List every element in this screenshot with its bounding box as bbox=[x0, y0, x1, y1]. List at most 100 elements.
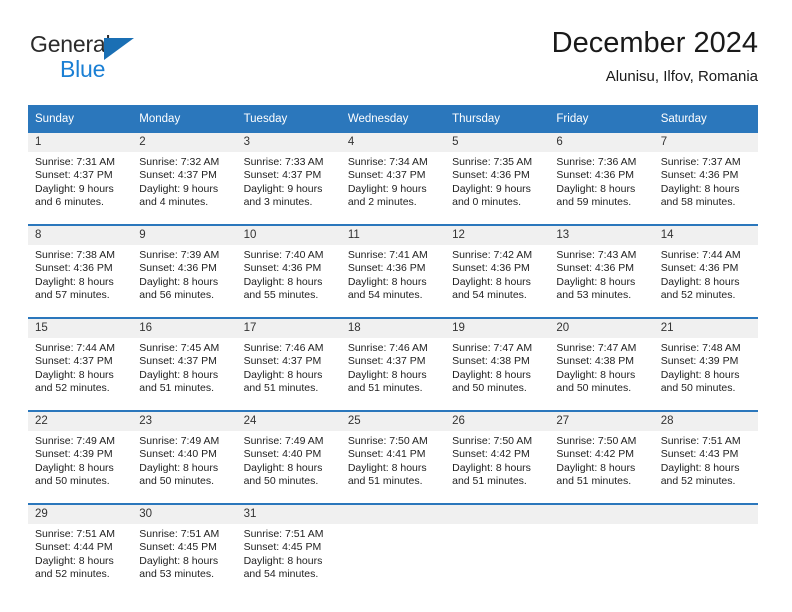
page-title: December 2024 bbox=[551, 27, 758, 59]
day-cell[interactable]: 10 Sunrise: 7:40 AM Sunset: 4:36 PM Dayl… bbox=[236, 224, 341, 318]
day-number: 9 bbox=[132, 226, 237, 245]
day-cell-empty bbox=[340, 503, 446, 596]
sunset-text: Sunset: 4:36 PM bbox=[556, 262, 635, 275]
day-cell[interactable]: 18 Sunrise: 7:46 AM Sunset: 4:37 PM Dayl… bbox=[340, 317, 446, 411]
day-details: Sunrise: 7:41 AM Sunset: 4:36 PM Dayligh… bbox=[341, 245, 445, 317]
day-number bbox=[549, 505, 654, 524]
day-number: 13 bbox=[549, 226, 654, 245]
sunset-text: Sunset: 4:36 PM bbox=[452, 169, 530, 182]
day-cell[interactable]: 8 Sunrise: 7:38 AM Sunset: 4:36 PM Dayli… bbox=[28, 224, 133, 318]
calendar-week-row: 1 Sunrise: 7:31 AM Sunset: 4:37 PM Dayli… bbox=[28, 133, 758, 225]
sunrise-text: Sunrise: 7:31 AM bbox=[35, 156, 115, 168]
day-cell[interactable]: 6 Sunrise: 7:36 AM Sunset: 4:36 PM Dayli… bbox=[549, 133, 654, 225]
day-number: 20 bbox=[549, 319, 654, 338]
day-cell[interactable]: 12 Sunrise: 7:42 AM Sunset: 4:36 PM Dayl… bbox=[445, 224, 550, 318]
sunset-text: Sunset: 4:40 PM bbox=[243, 448, 322, 461]
sunset-text: Sunset: 4:36 PM bbox=[139, 262, 217, 275]
daylight-text: Daylight: 8 hours and 54 minutes. bbox=[243, 554, 323, 580]
sunset-text: Sunset: 4:37 PM bbox=[347, 169, 426, 182]
daylight-text: Daylight: 8 hours and 52 minutes. bbox=[660, 275, 740, 301]
daylight-text: Daylight: 9 hours and 6 minutes. bbox=[35, 182, 114, 208]
day-cell[interactable]: 13 Sunrise: 7:43 AM Sunset: 4:36 PM Dayl… bbox=[549, 224, 654, 318]
sunset-text: Sunset: 4:41 PM bbox=[347, 448, 426, 461]
day-cell[interactable]: 26 Sunrise: 7:50 AM Sunset: 4:42 PM Dayl… bbox=[445, 410, 550, 504]
daylight-text: Daylight: 8 hours and 52 minutes. bbox=[35, 368, 114, 394]
sunset-text: Sunset: 4:37 PM bbox=[243, 355, 322, 368]
day-cell[interactable]: 20 Sunrise: 7:47 AM Sunset: 4:38 PM Dayl… bbox=[549, 317, 654, 411]
day-number: 30 bbox=[132, 505, 237, 524]
day-number: 10 bbox=[236, 226, 341, 245]
day-cell[interactable]: 27 Sunrise: 7:50 AM Sunset: 4:42 PM Dayl… bbox=[549, 410, 654, 504]
sunrise-text: Sunrise: 7:32 AM bbox=[139, 156, 220, 168]
day-cell[interactable]: 17 Sunrise: 7:46 AM Sunset: 4:37 PM Dayl… bbox=[236, 317, 341, 411]
day-cell[interactable]: 7 Sunrise: 7:37 AM Sunset: 4:36 PM Dayli… bbox=[653, 133, 758, 225]
location-subtitle: Alunisu, Ilfov, Romania bbox=[605, 68, 758, 85]
day-number: 8 bbox=[28, 226, 133, 245]
daylight-text: Daylight: 9 hours and 4 minutes. bbox=[139, 182, 219, 208]
day-cell[interactable]: 14 Sunrise: 7:44 AM Sunset: 4:36 PM Dayl… bbox=[653, 224, 758, 318]
day-cell[interactable]: 1 Sunrise: 7:31 AM Sunset: 4:37 PM Dayli… bbox=[28, 133, 133, 225]
day-cell[interactable]: 19 Sunrise: 7:47 AM Sunset: 4:38 PM Dayl… bbox=[445, 317, 550, 411]
day-number bbox=[340, 505, 446, 524]
day-cell[interactable]: 30 Sunrise: 7:51 AM Sunset: 4:45 PM Dayl… bbox=[132, 503, 237, 596]
sunset-text: Sunset: 4:36 PM bbox=[660, 262, 739, 275]
brand-logo[interactable]: General Blue bbox=[28, 26, 248, 88]
sunrise-text: Sunrise: 7:51 AM bbox=[243, 528, 324, 540]
sunset-text: Sunset: 4:39 PM bbox=[35, 448, 113, 461]
day-cell[interactable]: 16 Sunrise: 7:45 AM Sunset: 4:37 PM Dayl… bbox=[132, 317, 237, 411]
sunset-text: Sunset: 4:37 PM bbox=[35, 169, 113, 182]
daylight-text: Daylight: 8 hours and 52 minutes. bbox=[660, 461, 740, 487]
day-cell[interactable]: 5 Sunrise: 7:35 AM Sunset: 4:36 PM Dayli… bbox=[445, 133, 550, 225]
sunrise-text: Sunrise: 7:38 AM bbox=[35, 249, 115, 261]
day-cell[interactable]: 29 Sunrise: 7:51 AM Sunset: 4:44 PM Dayl… bbox=[28, 503, 133, 596]
calendar-body: 1 Sunrise: 7:31 AM Sunset: 4:37 PM Dayli… bbox=[28, 133, 758, 596]
day-number: 6 bbox=[549, 133, 654, 152]
day-cell[interactable]: 21 Sunrise: 7:48 AM Sunset: 4:39 PM Dayl… bbox=[653, 317, 758, 411]
daylight-text: Daylight: 8 hours and 50 minutes. bbox=[139, 461, 219, 487]
sunset-text: Sunset: 4:36 PM bbox=[660, 169, 739, 182]
sunrise-text: Sunrise: 7:44 AM bbox=[660, 249, 741, 261]
day-cell[interactable]: 25 Sunrise: 7:50 AM Sunset: 4:41 PM Dayl… bbox=[340, 410, 446, 504]
sunset-text: Sunset: 4:37 PM bbox=[347, 355, 426, 368]
day-number bbox=[653, 505, 758, 524]
day-number: 15 bbox=[28, 319, 133, 338]
sunrise-text: Sunrise: 7:43 AM bbox=[556, 249, 637, 261]
day-details: Sunrise: 7:49 AM Sunset: 4:40 PM Dayligh… bbox=[132, 431, 236, 503]
day-cell[interactable]: 31 Sunrise: 7:51 AM Sunset: 4:45 PM Dayl… bbox=[236, 503, 341, 596]
day-cell[interactable]: 2 Sunrise: 7:32 AM Sunset: 4:37 PM Dayli… bbox=[132, 133, 237, 225]
daylight-text: Daylight: 8 hours and 51 minutes. bbox=[347, 368, 427, 394]
sunset-text: Sunset: 4:42 PM bbox=[556, 448, 635, 461]
daylight-text: Daylight: 8 hours and 50 minutes. bbox=[452, 368, 531, 394]
day-cell[interactable]: 9 Sunrise: 7:39 AM Sunset: 4:36 PM Dayli… bbox=[132, 224, 237, 318]
day-cell[interactable]: 23 Sunrise: 7:49 AM Sunset: 4:40 PM Dayl… bbox=[132, 410, 237, 504]
sunrise-text: Sunrise: 7:35 AM bbox=[452, 156, 533, 168]
day-cell[interactable]: 15 Sunrise: 7:44 AM Sunset: 4:37 PM Dayl… bbox=[28, 317, 133, 411]
day-details: Sunrise: 7:38 AM Sunset: 4:36 PM Dayligh… bbox=[28, 245, 132, 317]
sunset-text: Sunset: 4:36 PM bbox=[347, 262, 426, 275]
day-details: Sunrise: 7:32 AM Sunset: 4:37 PM Dayligh… bbox=[132, 152, 236, 224]
day-number: 25 bbox=[340, 412, 446, 431]
sunrise-text: Sunrise: 7:50 AM bbox=[556, 435, 637, 447]
sunset-text: Sunset: 4:37 PM bbox=[139, 169, 217, 182]
day-details: Sunrise: 7:50 AM Sunset: 4:42 PM Dayligh… bbox=[549, 431, 653, 503]
day-cell[interactable]: 4 Sunrise: 7:34 AM Sunset: 4:37 PM Dayli… bbox=[340, 133, 446, 225]
sunrise-text: Sunrise: 7:42 AM bbox=[452, 249, 533, 261]
sunset-text: Sunset: 4:45 PM bbox=[243, 541, 322, 554]
daylight-text: Daylight: 8 hours and 59 minutes. bbox=[556, 182, 636, 208]
day-details: Sunrise: 7:46 AM Sunset: 4:37 PM Dayligh… bbox=[341, 338, 445, 410]
weekday-header-sunday: Sunday bbox=[28, 105, 133, 133]
calendar-week-row: 22 Sunrise: 7:49 AM Sunset: 4:39 PM Dayl… bbox=[28, 410, 758, 504]
day-cell[interactable]: 3 Sunrise: 7:33 AM Sunset: 4:37 PM Dayli… bbox=[236, 133, 341, 225]
day-details: Sunrise: 7:49 AM Sunset: 4:39 PM Dayligh… bbox=[28, 431, 132, 503]
calendar-week-row: 8 Sunrise: 7:38 AM Sunset: 4:36 PM Dayli… bbox=[28, 224, 758, 318]
day-details: Sunrise: 7:39 AM Sunset: 4:36 PM Dayligh… bbox=[132, 245, 236, 317]
sunrise-text: Sunrise: 7:40 AM bbox=[243, 249, 324, 261]
day-cell[interactable]: 22 Sunrise: 7:49 AM Sunset: 4:39 PM Dayl… bbox=[28, 410, 133, 504]
day-cell[interactable]: 24 Sunrise: 7:49 AM Sunset: 4:40 PM Dayl… bbox=[236, 410, 341, 504]
day-cell[interactable]: 28 Sunrise: 7:51 AM Sunset: 4:43 PM Dayl… bbox=[653, 410, 758, 504]
sunrise-text: Sunrise: 7:45 AM bbox=[139, 342, 220, 354]
sunset-text: Sunset: 4:37 PM bbox=[35, 355, 113, 368]
daylight-text: Daylight: 8 hours and 50 minutes. bbox=[660, 368, 740, 394]
sunset-text: Sunset: 4:45 PM bbox=[139, 541, 217, 554]
day-cell[interactable]: 11 Sunrise: 7:41 AM Sunset: 4:36 PM Dayl… bbox=[340, 224, 446, 318]
